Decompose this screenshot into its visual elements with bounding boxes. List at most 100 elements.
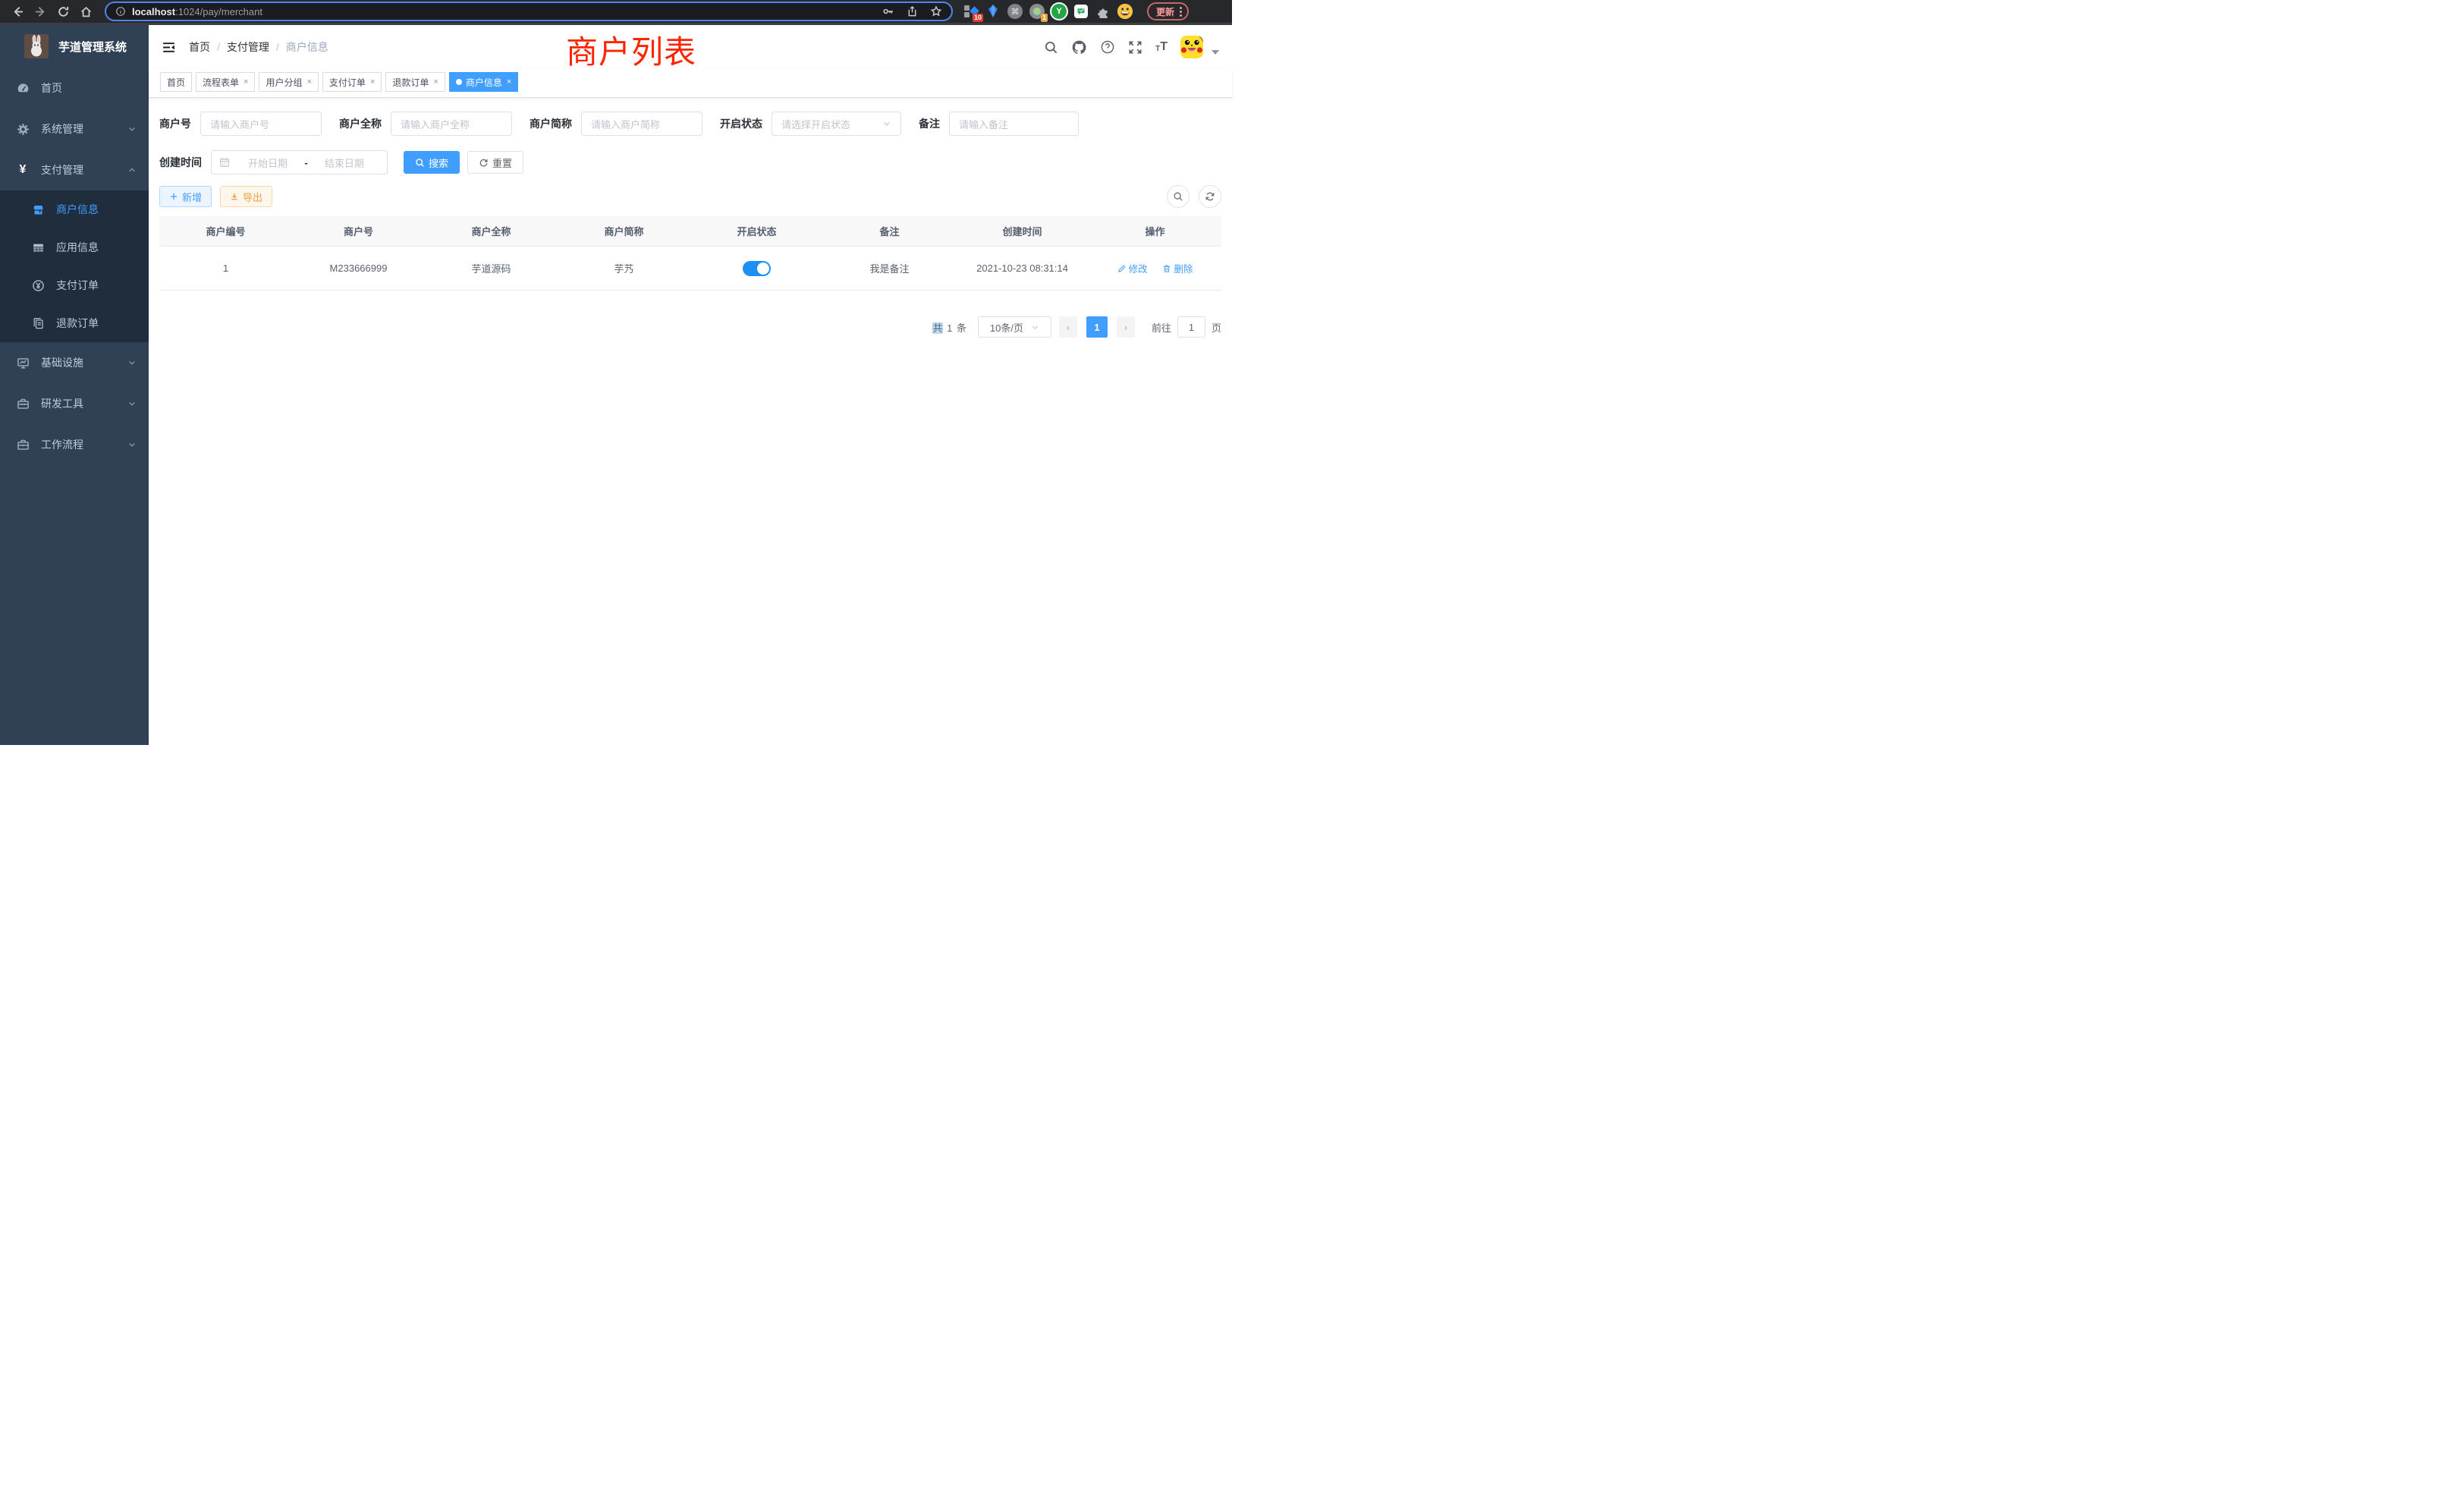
site-info-icon[interactable] [115, 6, 126, 17]
breadcrumb-payment[interactable]: 支付管理 [227, 39, 269, 55]
tab-refund-orders[interactable]: 退款订单× [385, 72, 445, 92]
breadcrumb: 首页 / 支付管理 / 商户信息 [189, 39, 328, 55]
breadcrumb-home[interactable]: 首页 [189, 39, 210, 55]
sidebar-item-payment[interactable]: ¥ 支付管理 [0, 149, 149, 190]
avatar[interactable] [1180, 36, 1203, 58]
browser-home-button[interactable] [76, 2, 96, 21]
tab-user-group[interactable]: 用户分组× [259, 72, 318, 92]
profile-emoji-icon[interactable] [1117, 4, 1133, 19]
page-size-label: 10条/页 [990, 320, 1023, 335]
close-icon[interactable]: × [433, 77, 438, 86]
page-size-select[interactable]: 10条/页 [978, 316, 1051, 338]
sidebar-item-merchant-info[interactable]: 商户信息 [0, 190, 149, 228]
goto-page-input[interactable]: 1 [1177, 316, 1205, 338]
tags-view-bar: 首页 流程表单× 用户分组× 支付订单 × 退款订单× 商户信息× [149, 69, 1232, 98]
placeholder-text: 请输入商户号 [210, 117, 269, 131]
share-icon[interactable] [907, 5, 918, 17]
sidebar-item-infrastructure[interactable]: 基础设施 [0, 342, 149, 383]
merchant-name-label: 商户全称 [339, 116, 382, 131]
sidebar-item-label: 首页 [41, 80, 137, 96]
back-icon [11, 5, 24, 18]
puzzle-extensions-icon[interactable] [1095, 4, 1111, 19]
chevron-down-icon [1031, 323, 1039, 332]
create-time-range-picker[interactable]: 开始日期 - 结束日期 [211, 150, 388, 174]
sidebar-item-home[interactable]: 首页 [0, 68, 149, 108]
search-icon[interactable] [1044, 40, 1058, 55]
gem-extension-icon[interactable] [985, 4, 1001, 19]
merchant-no-input[interactable]: 请输入商户号 [200, 112, 322, 136]
font-size-icon[interactable]: TT [1155, 41, 1168, 53]
status-toggle[interactable] [743, 261, 771, 276]
remark-input[interactable]: 请输入备注 [949, 112, 1079, 136]
tab-label: 支付订单 [329, 76, 366, 89]
tab-manager-extension-icon[interactable]: 10 [963, 4, 979, 19]
reset-button-label: 重置 [492, 156, 512, 170]
password-key-icon[interactable] [882, 5, 894, 17]
refresh-table-button[interactable] [1199, 185, 1221, 208]
close-icon[interactable]: × [507, 77, 511, 86]
browser-back-button[interactable] [8, 2, 27, 21]
sidebar-item-app-info[interactable]: 应用信息 [0, 228, 149, 266]
edit-link[interactable]: 修改 [1117, 261, 1148, 275]
next-page-button[interactable]: › [1117, 316, 1135, 338]
chevron-up-icon [127, 165, 137, 174]
close-icon[interactable]: × [370, 77, 375, 86]
add-button[interactable]: 新增 [159, 186, 212, 207]
sidebar-item-pay-orders[interactable]: 支付订单 [0, 266, 149, 304]
chat-extension-icon[interactable] [1073, 4, 1089, 19]
export-button[interactable]: 导出 [220, 186, 272, 207]
status-select[interactable]: 请选择开启状态 [772, 112, 901, 136]
search-icon [1173, 191, 1183, 202]
col-merchant-no: 商户号 [292, 216, 425, 247]
sidebar-item-system[interactable]: 系统管理 [0, 108, 149, 149]
merchant-name-input[interactable]: 请输入商户全称 [391, 112, 512, 136]
delete-link[interactable]: 删除 [1162, 261, 1193, 275]
url-bar[interactable]: localhost:1024/pay/merchant [105, 2, 953, 21]
search-button[interactable]: 搜索 [404, 151, 460, 174]
page-1-button[interactable]: 1 [1086, 316, 1108, 338]
v-extension-icon[interactable]: Y [1051, 4, 1067, 19]
sidebar-item-label: 研发工具 [41, 396, 127, 411]
close-icon[interactable]: × [306, 77, 311, 86]
col-merchant-id: 商户编号 [159, 216, 292, 247]
table-row: 1 M233666999 芋道源码 芋艿 我是备注 2021-10-23 08:… [159, 247, 1221, 291]
page-content: 商户号 请输入商户号 商户全称 请输入商户全称 商户简称 请输入商户简称 开启状… [149, 98, 1232, 745]
payment-submenu: 商户信息 应用信息 支付订单 退款订单 [0, 190, 149, 342]
merchant-short-input[interactable]: 请输入商户简称 [581, 112, 702, 136]
placeholder-text: 请输入商户全称 [401, 117, 470, 131]
prev-page-button[interactable]: ‹ [1059, 316, 1077, 338]
command-extension-icon[interactable]: ⌘ [1007, 4, 1023, 19]
browser-extensions: 10 ⌘ 1 Y 更新 [963, 2, 1189, 20]
sidebar-item-label: 基础设施 [41, 355, 127, 370]
browser-menu-icon[interactable] [1180, 7, 1182, 17]
tab-process-form[interactable]: 流程表单× [196, 72, 255, 92]
github-icon[interactable] [1071, 39, 1087, 55]
cell-merchant-no: M233666999 [292, 247, 425, 291]
proxy-extension-icon[interactable]: 1 [1029, 4, 1045, 19]
table-header-row: 商户编号 商户号 商户全称 商户简称 开启状态 备注 创建时间 操作 [159, 216, 1221, 247]
url-text: localhost:1024/pay/merchant [132, 6, 262, 17]
refresh-icon [479, 158, 489, 168]
tab-pay-orders[interactable]: 支付订单 × [322, 72, 382, 92]
help-icon[interactable] [1100, 39, 1115, 55]
sidebar-item-dev-tools[interactable]: 研发工具 [0, 383, 149, 424]
tab-merchant-info[interactable]: 商户信息× [449, 72, 518, 92]
close-icon[interactable]: × [244, 77, 248, 86]
reset-button[interactable]: 重置 [467, 151, 523, 174]
app-logo-row[interactable]: 芋道管理系统 [0, 25, 149, 68]
sidebar-collapse-button[interactable] [162, 40, 176, 55]
bookmark-star-icon[interactable] [930, 5, 942, 17]
sidebar-item-workflow[interactable]: 工作流程 [0, 424, 149, 465]
sidebar-item-refund-orders[interactable]: 退款订单 [0, 304, 149, 342]
show-search-toggle-button[interactable] [1167, 185, 1190, 208]
extension-badge: 10 [973, 14, 983, 22]
fullscreen-icon[interactable] [1128, 40, 1142, 55]
goto-suffix: 页 [1212, 320, 1221, 335]
caret-down-icon[interactable] [1212, 50, 1219, 55]
update-label: 更新 [1156, 5, 1174, 18]
browser-forward-button[interactable] [30, 2, 50, 21]
browser-update-button[interactable]: 更新 [1147, 2, 1189, 20]
browser-reload-button[interactable] [53, 2, 73, 21]
tab-home[interactable]: 首页 [160, 72, 192, 92]
reload-icon [57, 5, 70, 18]
